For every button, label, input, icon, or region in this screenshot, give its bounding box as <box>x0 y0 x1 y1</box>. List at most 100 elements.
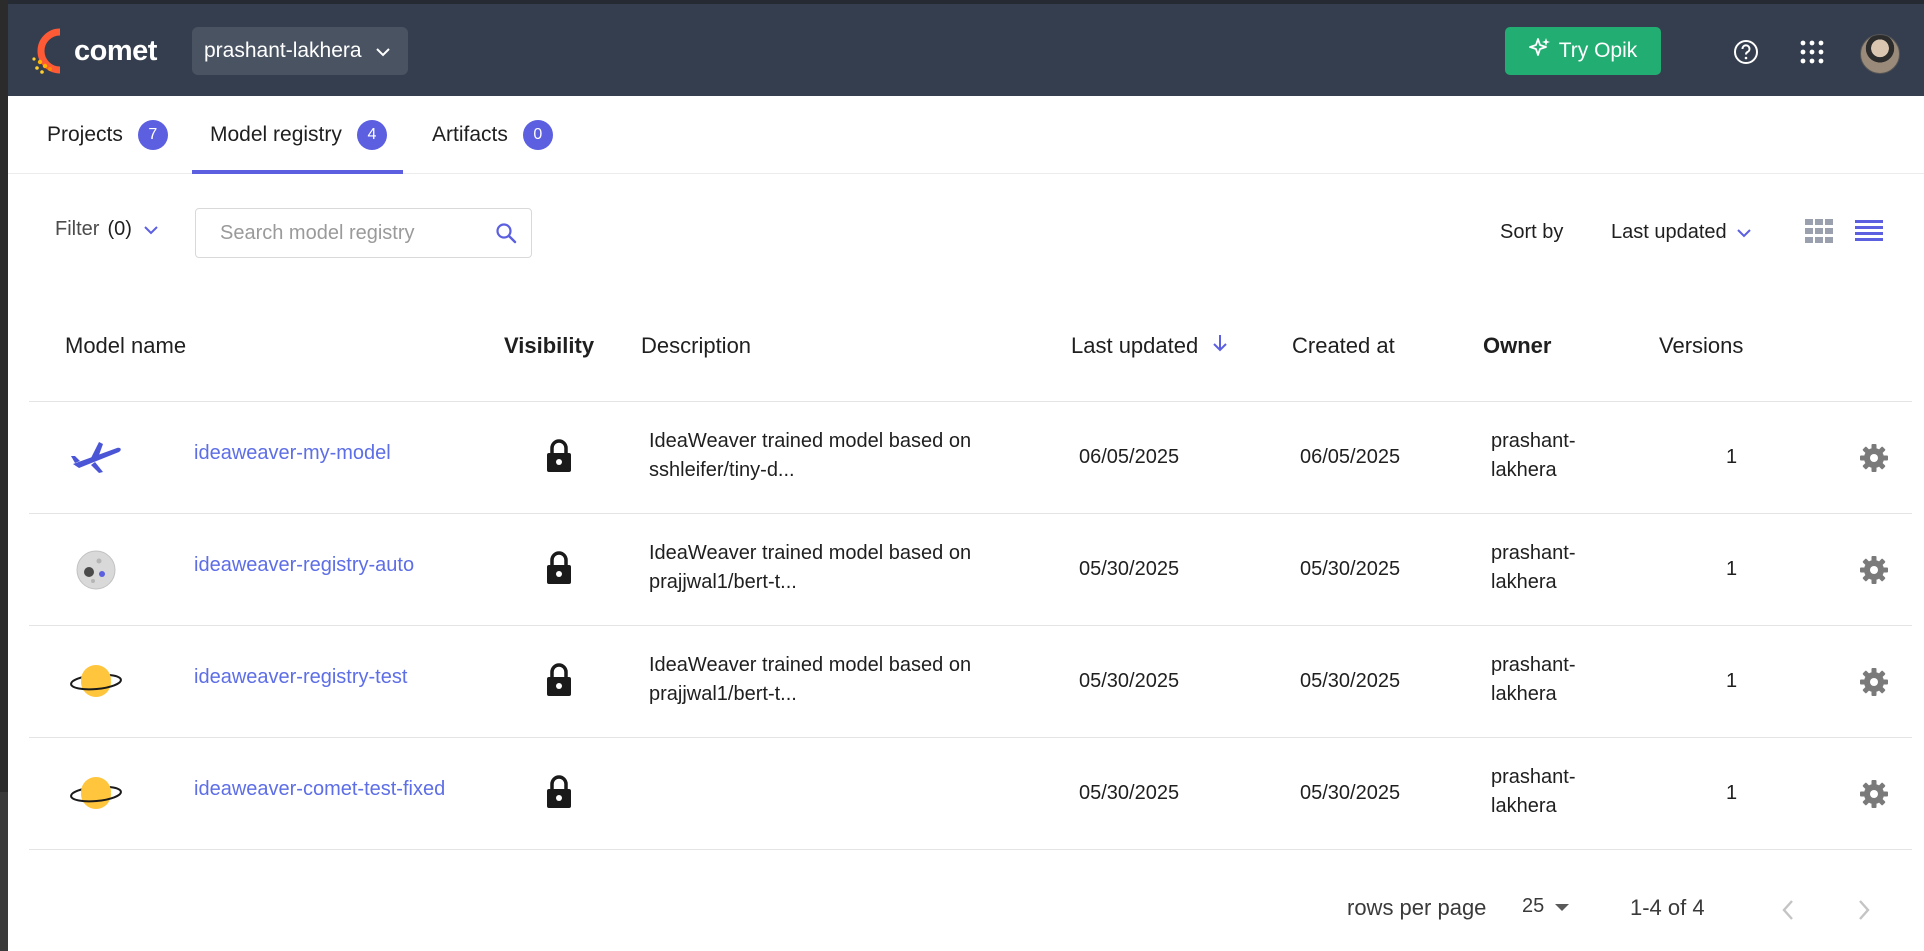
list-view-icon[interactable] <box>1855 219 1883 243</box>
versions-value: 1 <box>1726 446 1738 468</box>
sort-select[interactable]: Last updated <box>1611 221 1751 244</box>
owner-line: lakhera <box>1491 683 1557 705</box>
comet-logo[interactable]: comet <box>30 26 157 76</box>
chevron-down-icon <box>144 218 158 241</box>
owner-line: lakhera <box>1491 459 1557 481</box>
lock-icon <box>545 439 573 473</box>
tab-label: Model registry <box>210 123 342 146</box>
column-header-visibility[interactable]: Visibility <box>504 333 594 359</box>
tab-count-badge: 4 <box>356 120 387 150</box>
column-header-label: Last updated <box>1071 333 1199 358</box>
rows-per-page-value: 25 <box>1522 895 1545 917</box>
tab-projects[interactable]: Projects 7 <box>47 96 168 174</box>
versions-value: 1 <box>1726 670 1738 692</box>
window-edge <box>0 0 8 792</box>
grid-view-icon[interactable] <box>1805 219 1833 243</box>
pagination-range: 1-4 of 4 <box>1630 895 1705 920</box>
tab-model-registry[interactable]: Model registry 4 <box>192 96 403 174</box>
owner-line: prashant- <box>1491 654 1576 676</box>
tab-artifacts[interactable]: Artifacts 0 <box>432 96 553 174</box>
avatar[interactable] <box>1860 34 1900 74</box>
rows-per-page-select[interactable]: 25 <box>1522 895 1570 918</box>
description-line: sshleifer/tiny-d... <box>649 459 795 481</box>
model-description: IdeaWeaver trained model based on prajjw… <box>649 539 971 597</box>
lock-icon <box>545 775 573 809</box>
last-updated-value: 06/05/2025 <box>1079 446 1180 468</box>
filter-label: Filter <box>55 218 100 240</box>
help-icon[interactable] <box>1730 36 1762 68</box>
last-updated-value: 05/30/2025 <box>1079 670 1180 692</box>
search-box <box>195 208 532 258</box>
workspace-name: prashant-lakhera <box>204 39 362 62</box>
lock-icon <box>545 551 573 585</box>
chevron-down-icon <box>1736 221 1751 244</box>
moon-icon <box>69 548 123 592</box>
chevron-right-icon[interactable] <box>1850 896 1878 924</box>
gear-icon[interactable] <box>1859 555 1889 585</box>
owner-line: lakhera <box>1491 571 1557 593</box>
description-line: IdeaWeaver trained model based on <box>649 542 972 564</box>
planet-icon <box>69 660 123 704</box>
owner-value: prashant- lakhera <box>1491 427 1576 485</box>
last-updated-value: 05/30/2025 <box>1079 558 1180 580</box>
gear-icon[interactable] <box>1859 779 1889 809</box>
search-icon[interactable] <box>495 222 517 249</box>
owner-line: prashant- <box>1491 430 1576 452</box>
last-updated-value: 05/30/2025 <box>1079 782 1180 804</box>
gear-icon[interactable] <box>1859 443 1889 473</box>
tab-count-badge: 0 <box>522 120 553 150</box>
table-row[interactable]: ideaweaver-comet-test-fixed 05/30/2025 0… <box>29 738 1912 850</box>
table-row[interactable]: ideaweaver-registry-test IdeaWeaver trai… <box>29 626 1912 738</box>
apps-grid-icon[interactable] <box>1796 36 1828 68</box>
description-line: IdeaWeaver trained model based on <box>649 654 972 676</box>
gear-icon[interactable] <box>1859 667 1889 697</box>
comet-logo-icon <box>30 26 70 76</box>
lock-icon <box>545 663 573 697</box>
rows-per-page-label: rows per page <box>1347 895 1487 920</box>
description-line: prajjwal1/bert-t... <box>649 683 797 705</box>
model-name-link[interactable]: ideaweaver-registry-auto <box>194 551 414 580</box>
column-header-versions[interactable]: Versions <box>1659 333 1743 359</box>
airplane-icon <box>69 436 123 480</box>
owner-line: prashant- <box>1491 766 1576 788</box>
column-header-created-at[interactable]: Created at <box>1292 333 1395 359</box>
tab-bar: Projects 7 Model registry 4 Artifacts 0 <box>8 96 1924 174</box>
logo-text: comet <box>74 34 157 67</box>
sort-value: Last updated <box>1611 221 1727 243</box>
column-header-last-updated[interactable]: Last updated <box>1071 333 1228 359</box>
filter-count: (0) <box>107 218 132 240</box>
column-header-owner[interactable]: Owner <box>1483 333 1551 359</box>
column-header-description[interactable]: Description <box>641 333 751 359</box>
sparkle-icon <box>1528 37 1551 65</box>
workspace-select[interactable]: prashant-lakhera <box>192 27 408 75</box>
chevron-down-icon <box>375 39 390 63</box>
column-header-model-name[interactable]: Model name <box>65 333 186 359</box>
model-name-link[interactable]: ideaweaver-my-model <box>194 439 391 468</box>
sort-arrow-down-icon <box>1212 333 1228 359</box>
search-input[interactable] <box>220 221 480 245</box>
page: comet prashant-lakhera Try Opik Projects… <box>8 0 1924 951</box>
owner-line: prashant- <box>1491 542 1576 564</box>
tab-label: Artifacts <box>432 123 508 146</box>
created-at-value: 05/30/2025 <box>1300 558 1401 580</box>
owner-value: prashant- lakhera <box>1491 539 1576 597</box>
sort-label: Sort by <box>1500 221 1564 243</box>
model-name-link[interactable]: ideaweaver-comet-test-fixed <box>194 775 445 804</box>
caret-down-icon <box>1554 895 1570 918</box>
model-description: IdeaWeaver trained model based on prajjw… <box>649 651 971 709</box>
description-line: prajjwal1/bert-t... <box>649 571 797 593</box>
versions-value: 1 <box>1726 558 1738 580</box>
created-at-value: 05/30/2025 <box>1300 782 1401 804</box>
created-at-value: 05/30/2025 <box>1300 670 1401 692</box>
try-opik-button[interactable]: Try Opik <box>1505 27 1661 75</box>
filter-button[interactable]: Filter (0) <box>55 218 158 241</box>
try-opik-label: Try Opik <box>1558 39 1638 62</box>
tab-label: Projects <box>47 123 123 146</box>
table-row[interactable]: ideaweaver-registry-auto IdeaWeaver trai… <box>29 514 1912 626</box>
versions-value: 1 <box>1726 782 1738 804</box>
table-row[interactable]: ideaweaver-my-model IdeaWeaver trained m… <box>29 402 1912 514</box>
owner-value: prashant- lakhera <box>1491 763 1576 821</box>
tab-count-badge: 7 <box>137 120 168 150</box>
model-name-link[interactable]: ideaweaver-registry-test <box>194 663 407 692</box>
chevron-left-icon[interactable] <box>1774 896 1802 924</box>
